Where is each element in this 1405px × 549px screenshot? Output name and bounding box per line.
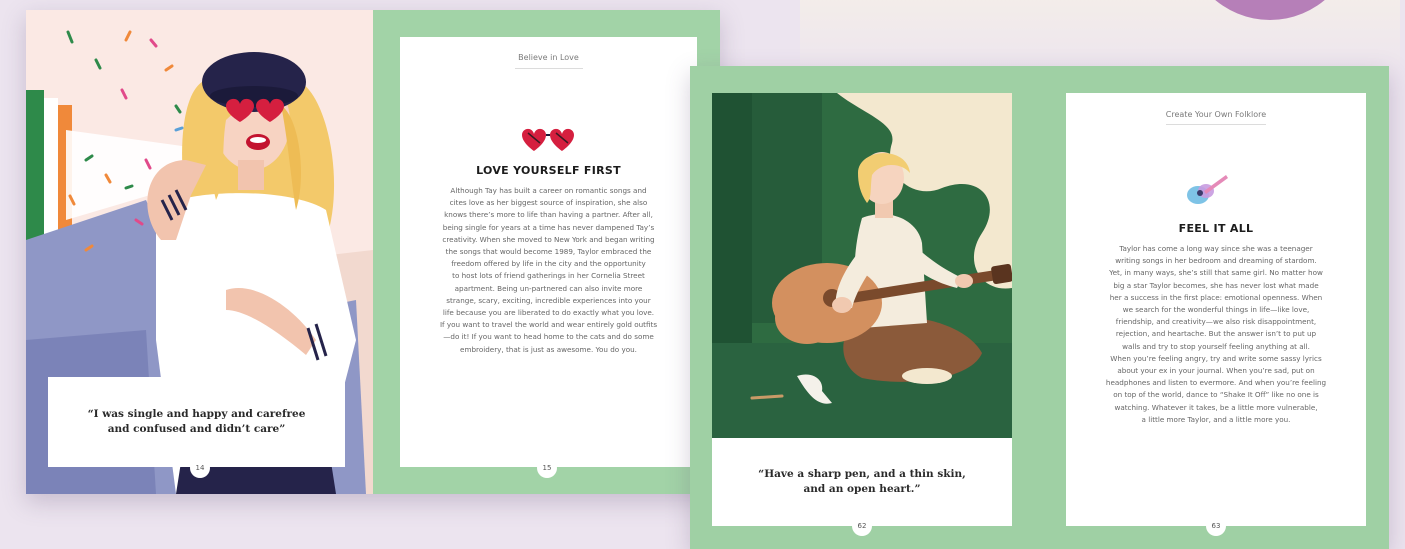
body-line: friendship, and creativity—we also risk … xyxy=(1115,317,1317,327)
body-line: rejection, and heartache. But the answer… xyxy=(1115,329,1317,339)
body-line: watching. Whatever it takes, be a little… xyxy=(1114,402,1318,412)
quote-card: “Have a sharp pen, and a thin skin, and … xyxy=(712,438,1012,526)
body-line: embroidery, that is just as awesome. You… xyxy=(460,344,637,354)
text-page-15: Believe in Love LOVE YOURSELF FIRST Alth… xyxy=(373,10,720,494)
body-line: big a star Taylor becomes, she has never… xyxy=(1113,280,1319,290)
section-title: LOVE YOURSELF FIRST xyxy=(476,164,621,177)
header-underline xyxy=(515,68,583,69)
guitar-icon xyxy=(1187,175,1228,204)
pull-quote: “I was single and happy and carefree and… xyxy=(87,408,306,435)
body-text: Although Tay has built a career on roman… xyxy=(414,185,683,356)
body-line: Although Tay has built a career on roman… xyxy=(450,186,647,195)
body-line: cites love as her biggest source of insp… xyxy=(449,198,648,208)
text-page-63: Create Your Own Folklore FEEL IT ALL Tay… xyxy=(1066,93,1366,526)
quote-card: “I was single and happy and carefree and… xyxy=(48,377,345,467)
body-line: the songs that would become 1989, Taylor… xyxy=(445,247,652,257)
body-line: freedom offered by life in the city and … xyxy=(451,259,646,269)
body-line: we search for the wonderful things in li… xyxy=(1122,305,1310,315)
book-spread-right: “Have a sharp pen, and a thin skin, and … xyxy=(690,66,1389,549)
body-line: Taylor has come a long way since she was… xyxy=(1119,244,1313,253)
body-line: strange, scary, exciting, incredible exp… xyxy=(446,295,651,305)
body-line: knows there’s more to life than having a… xyxy=(444,210,653,220)
illustration-page-14: “I was single and happy and carefree and… xyxy=(26,10,373,494)
pull-quote: “Have a sharp pen, and a thin skin, and … xyxy=(758,468,966,495)
body-line: creativity. When she moved to New York a… xyxy=(442,234,655,244)
body-line: walls and try to stop yourself feeling a… xyxy=(1122,341,1310,351)
body-line: her a success in the first place: emotio… xyxy=(1109,292,1323,302)
body-line: being single for years at a time has nev… xyxy=(442,222,655,232)
text-page-sheet: Believe in Love LOVE YOURSELF FIRST Alth… xyxy=(400,37,697,467)
heart-sunglasses-icon xyxy=(522,128,574,151)
page-number: 15 xyxy=(537,458,557,478)
body-line: writing songs in her bedroom and dreamin… xyxy=(1115,256,1317,266)
body-line: If you want to travel the world and wear… xyxy=(439,320,658,330)
body-line: apartment. Being un-partnered can also i… xyxy=(454,283,643,293)
section-title: FEEL IT ALL xyxy=(1178,222,1254,235)
page-number: 63 xyxy=(1206,516,1226,536)
body-text: Taylor has come a long way since she was… xyxy=(1080,243,1352,426)
body-line: about your ex in your journal. When you’… xyxy=(1117,366,1315,376)
page-header: Create Your Own Folklore xyxy=(1165,110,1267,119)
page-number: 62 xyxy=(852,516,872,536)
guitar-illustration-page-62 xyxy=(712,93,1012,438)
body-line: headphones and listen to evermore. And w… xyxy=(1105,378,1327,388)
page-header: Believe in Love xyxy=(518,53,579,62)
page-number: 14 xyxy=(190,458,210,478)
book-spread-left: “I was single and happy and carefree and… xyxy=(26,10,720,494)
header-underline xyxy=(1166,124,1266,125)
body-line: to host lots of friend gatherings in her… xyxy=(452,271,645,281)
body-line: Yet, in many ways, she’s still that same… xyxy=(1109,268,1323,278)
body-line: life because you are liberated to do exa… xyxy=(442,308,655,318)
body-line: —do it! If you want to head home to the … xyxy=(443,332,654,342)
body-line: on top of the world, dance to “Shake It … xyxy=(1113,390,1319,400)
body-line: a little more Taylor, and a little more … xyxy=(1141,414,1291,424)
taylor-guitar-illustration xyxy=(712,93,1012,438)
body-line: When you’re feeling angry, try and write… xyxy=(1110,353,1322,363)
